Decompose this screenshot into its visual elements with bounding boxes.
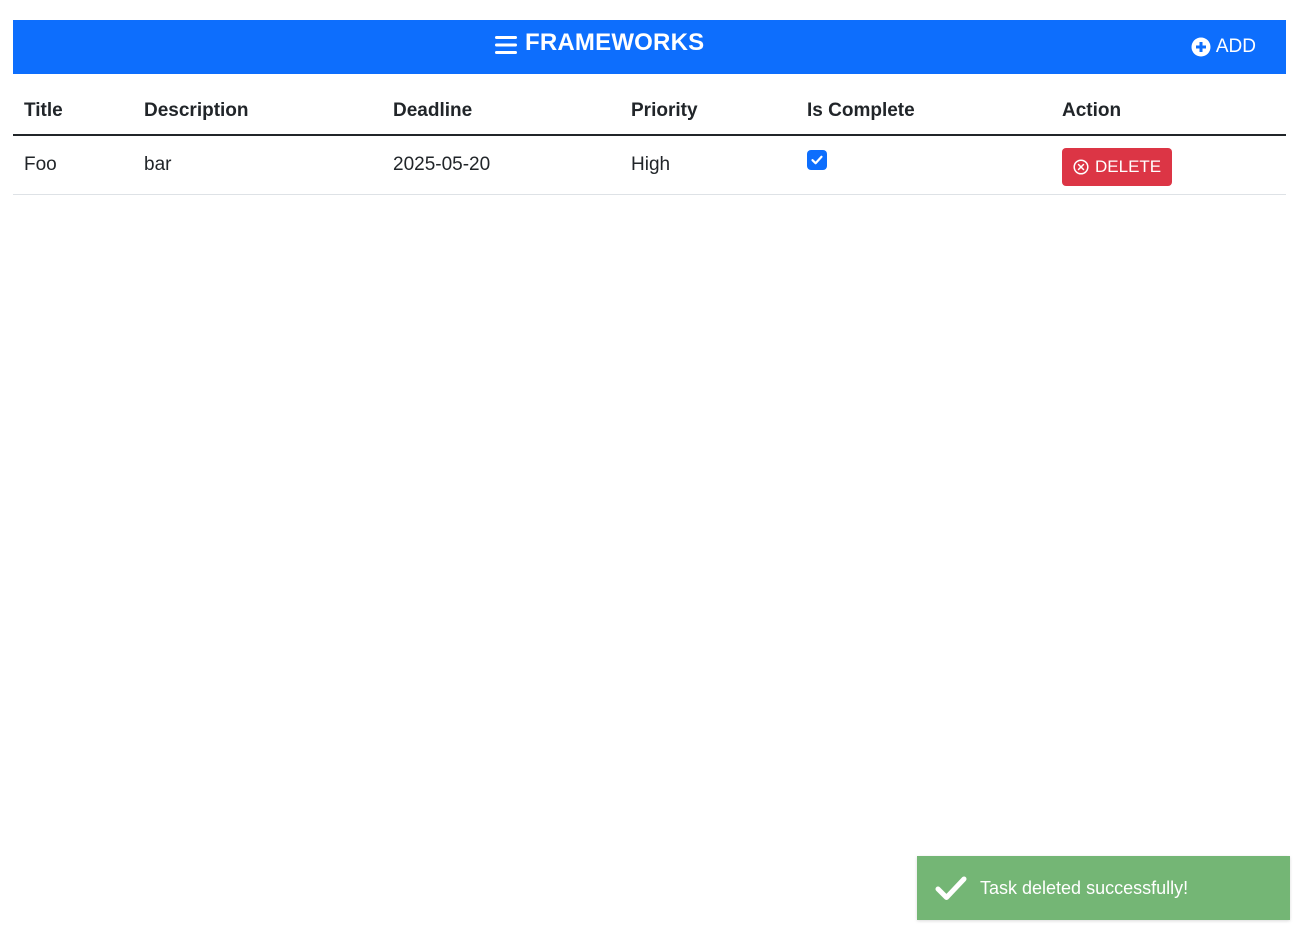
column-header-title: Title	[13, 86, 133, 136]
column-header-action: Action	[1051, 86, 1286, 136]
checkmark-icon	[935, 874, 967, 902]
toast-message: Task deleted successfully!	[980, 877, 1189, 898]
checkmark-icon	[811, 155, 823, 165]
column-header-description: Description	[133, 86, 382, 136]
table-row: Foo bar 2025-05-20 High DELETE	[13, 135, 1286, 195]
delete-button[interactable]: DELETE	[1062, 148, 1173, 186]
cell-is-complete	[796, 135, 1051, 195]
cell-priority: High	[620, 135, 796, 195]
table-header-row: Title Description Deadline Priority Is C…	[13, 86, 1286, 136]
column-header-deadline: Deadline	[382, 86, 620, 136]
cell-deadline: 2025-05-20	[382, 135, 620, 195]
page-title: FRAMEWORKS	[525, 29, 705, 56]
plus-circle-icon	[1191, 37, 1211, 57]
cell-description: bar	[133, 135, 382, 195]
top-navbar: FRAMEWORKS ADD	[13, 20, 1286, 74]
cell-action: DELETE	[1051, 135, 1286, 195]
column-header-is-complete: Is Complete	[796, 86, 1051, 136]
complete-checkbox[interactable]	[807, 150, 827, 170]
delete-button-label: DELETE	[1095, 157, 1162, 176]
add-button[interactable]: ADD	[1191, 34, 1256, 60]
add-button-label: ADD	[1215, 36, 1256, 57]
success-toast[interactable]: Task deleted successfully!	[917, 856, 1290, 920]
cell-title: Foo	[13, 135, 133, 195]
tasks-table: Title Description Deadline Priority Is C…	[13, 86, 1286, 195]
brand: FRAMEWORKS	[495, 20, 704, 66]
app-root: FRAMEWORKS ADD Title Description Deadlin…	[0, 0, 1299, 937]
x-circle-icon	[1073, 159, 1089, 175]
column-header-priority: Priority	[620, 86, 796, 136]
menu-icon[interactable]	[495, 36, 517, 54]
